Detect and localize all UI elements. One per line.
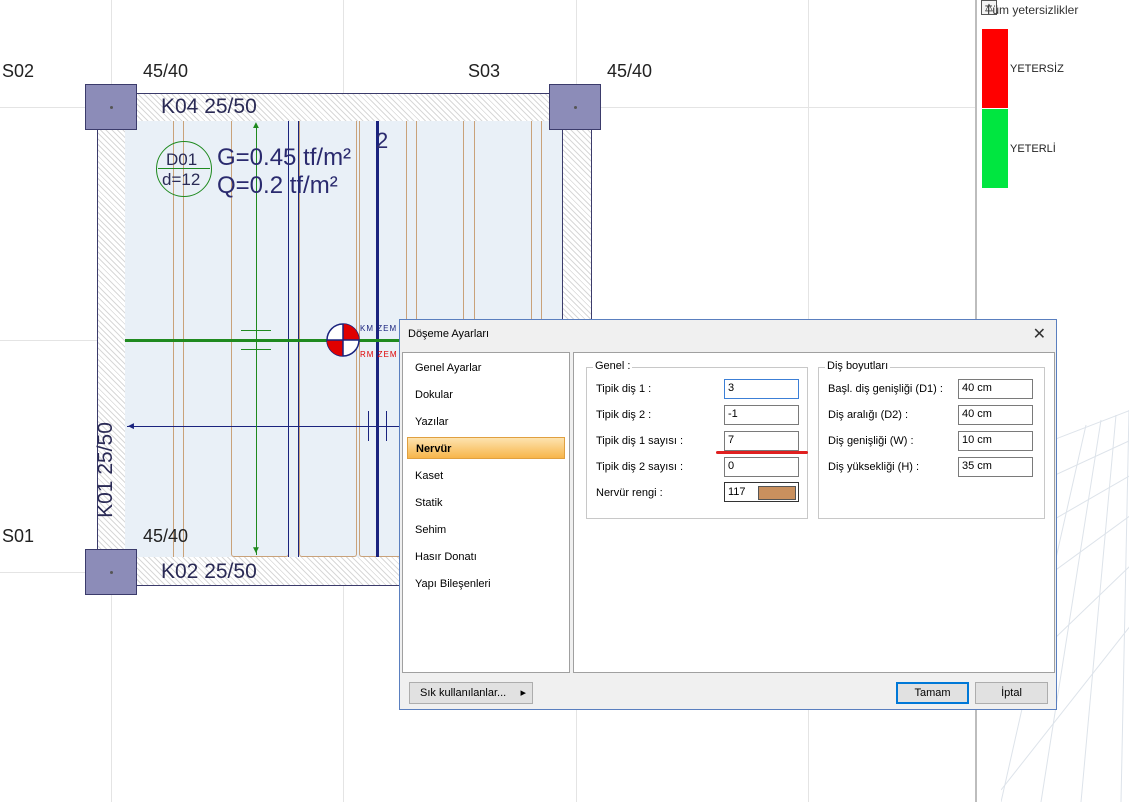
legend-swatch-yeterli — [982, 109, 1008, 188]
settings-category-list[interactable]: Genel Ayarlar Dokular Yazılar Nervür Kas… — [402, 352, 570, 673]
span-tick — [241, 349, 271, 350]
dimension-tick — [386, 411, 387, 441]
field-label-d1: Başl. diş genişliği (D1) : — [828, 383, 943, 395]
chevron-right-icon: ▸ — [520, 687, 526, 699]
beam-label-k04: K04 25/50 — [161, 95, 257, 118]
mass-center-icon — [326, 323, 360, 357]
slab-thickness: d=12 — [162, 170, 201, 189]
column-s01[interactable] — [85, 549, 137, 595]
rib-color-swatch — [758, 486, 796, 500]
tipik-dis-2-sayisi-input[interactable]: 0 — [724, 457, 799, 477]
column-s02[interactable] — [85, 84, 137, 130]
legend-label-yeterli: YETERLİ — [1010, 143, 1056, 155]
rib-color-picker[interactable]: 117 — [724, 482, 799, 502]
column-s03[interactable] — [549, 84, 601, 130]
arrow-down-icon: ▼ — [251, 545, 261, 556]
legend-label-yetersiz: YETERSİZ — [1010, 63, 1064, 75]
tipik-dis-2-input[interactable]: -1 — [724, 405, 799, 425]
slab-id: D01 — [166, 150, 198, 169]
field-label-h: Diş yüksekliği (H) : — [828, 461, 920, 473]
nav-item-yapi-bilesenleri[interactable]: Yapı Bileşenleri — [407, 573, 565, 595]
field-label-d2: Diş aralığı (D2) : — [828, 409, 909, 421]
settings-content-panel: Genel : Tipik diş 1 : 3 Tipik diş 2 : -1… — [573, 352, 1055, 673]
arrow-up-icon: ▲ — [251, 120, 261, 131]
dialog-title: Döşeme Ayarları — [408, 328, 490, 340]
column-dimension: 45/40 — [607, 61, 653, 81]
w-input[interactable]: 10 cm — [958, 431, 1033, 451]
d2-input[interactable]: 40 cm — [958, 405, 1033, 425]
column-label-s03: S03 — [468, 61, 501, 81]
tipik-dis-1-input[interactable]: 3 — [724, 379, 799, 399]
column-label-s02: S02 — [2, 61, 35, 81]
dimension-line — [127, 426, 399, 427]
favorites-button[interactable]: Sık kullanılanlar... ▸ — [409, 682, 533, 704]
nav-item-statik[interactable]: Statik — [407, 492, 565, 514]
annotation-underline — [716, 451, 808, 454]
column-label-s01: S01 — [2, 526, 35, 546]
nav-item-hasir-donati[interactable]: Hasır Donatı — [407, 546, 565, 568]
field-label-tipik-dis-1: Tipik diş 1 : — [596, 383, 652, 395]
favorites-label: Sık kullanılanlar... — [420, 687, 507, 699]
legend-swatch-yetersiz — [982, 29, 1008, 108]
slab-load-q: Q=0.2 tf/m² — [217, 172, 338, 199]
group-genel-title: Genel : — [593, 360, 633, 372]
beam-label-k02: K02 25/50 — [161, 560, 257, 583]
nav-item-sehim[interactable]: Sehim — [407, 519, 565, 541]
h-input[interactable]: 35 cm — [958, 457, 1033, 477]
field-label-tipik-dis-2: Tipik diş 2 : — [596, 409, 652, 421]
nav-item-dokular[interactable]: Dokular — [407, 384, 565, 406]
field-label-nervur-rengi: Nervür rengi : — [596, 487, 663, 499]
dimension-tick — [368, 411, 369, 441]
rib-color-value: 117 — [728, 486, 746, 498]
field-label-tipik-dis-2-sayisi: Tipik diş 2 sayısı : — [596, 461, 684, 473]
field-label-tipik-dis-1-sayisi: Tipik diş 1 sayısı : — [596, 435, 684, 447]
mass-label: KM ZEM — [360, 324, 398, 333]
span-tick — [241, 330, 271, 331]
nav-item-yazilar[interactable]: Yazılar — [407, 411, 565, 433]
cancel-button[interactable]: İptal — [975, 682, 1048, 704]
slab-settings-dialog[interactable]: Döşeme Ayarları ✕ Genel Ayarlar Dokular … — [399, 319, 1057, 710]
ok-button[interactable]: Tamam — [896, 682, 969, 704]
group-dis-title: Diş boyutları — [825, 360, 891, 372]
column-dimension: 45/40 — [143, 526, 189, 546]
group-genel: Genel : Tipik diş 1 : 3 Tipik diş 2 : -1… — [586, 360, 808, 519]
slab-load-g: G=0.45 tf/m² — [217, 144, 352, 171]
arrow-left-icon: ◄ — [126, 421, 136, 432]
nav-item-nervur[interactable]: Nervür — [407, 437, 565, 459]
beam-label-k01: K01 25/50 — [93, 422, 117, 518]
rigidity-label: RM ZEM — [360, 350, 398, 359]
tipik-dis-1-sayisi-input[interactable]: 7 — [724, 431, 799, 451]
close-icon[interactable]: ✕ — [1033, 324, 1046, 344]
nav-item-kaset[interactable]: Kaset — [407, 465, 565, 487]
span-mark: 2 — [376, 128, 389, 153]
nav-item-genel-ayarlar[interactable]: Genel Ayarlar — [407, 357, 565, 379]
column-dimension: 45/40 — [143, 61, 189, 81]
field-label-w: Diş genişliği (W) : — [828, 435, 914, 447]
legend-title: Tüm yetersizlikler — [985, 3, 1079, 17]
d1-input[interactable]: 40 cm — [958, 379, 1033, 399]
group-dis-boyutlari: Diş boyutları Başl. diş genişliği (D1) :… — [818, 360, 1045, 519]
